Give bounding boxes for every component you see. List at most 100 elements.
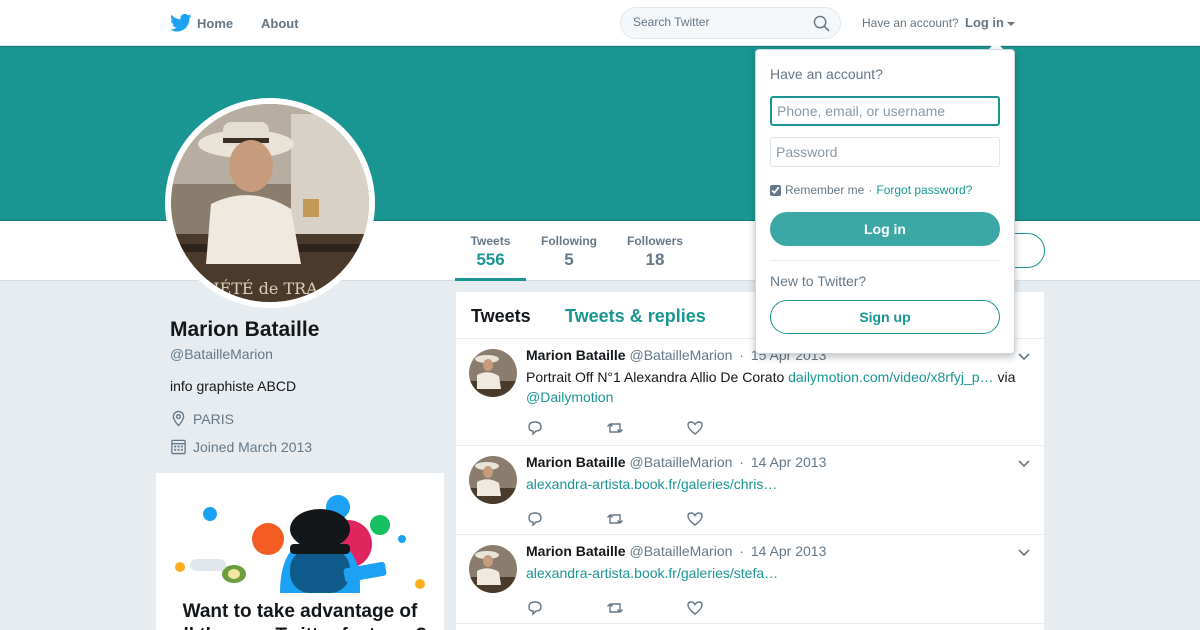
avatar-photo: CIÉTÉ de TRA [171, 104, 369, 302]
tweet-link[interactable]: dailymotion.com/video/x8rfyj_p… [788, 369, 993, 385]
retweet-button[interactable] [606, 419, 686, 437]
dropdown-divider [770, 260, 1000, 261]
tweet-actions [526, 599, 766, 617]
tweet-text-part: Portrait Off N°1 Alexandra Allio De Cora… [526, 369, 789, 385]
stat-following-value: 5 [564, 250, 574, 269]
tweet-avatar[interactable] [469, 545, 517, 593]
reply-icon [528, 601, 542, 616]
promo-illustration [175, 495, 425, 593]
stat-followers-value: 18 [645, 250, 665, 269]
tweet-author-name[interactable]: Marion Bataille [526, 543, 626, 559]
profile-avatar[interactable]: CIÉTÉ de TRA [165, 98, 375, 308]
like-button[interactable] [686, 419, 766, 437]
tweet-separator: · [739, 347, 744, 363]
top-navigation: Home About Have an account? Log in [0, 0, 1200, 46]
stat-followers-label: Followers [626, 234, 683, 248]
tweet-separator: · [739, 454, 744, 470]
heart-icon [687, 421, 703, 435]
tweet-text: alexandra-artista.book.fr/galeries/stefa… [526, 563, 1026, 583]
remember-me-label[interactable]: Remember me [785, 183, 864, 197]
tweet-header: Marion Bataille @BatailleMarion · 14 Apr… [526, 454, 826, 470]
profile-location-text: PARIS [193, 410, 234, 427]
like-button[interactable] [686, 510, 766, 528]
profile-name: Marion Bataille [170, 318, 320, 341]
tweet[interactable]: Marion Bataille @BatailleMarion · 15 Apr… [456, 339, 1044, 446]
remember-row: Remember me · Forgot password? [770, 183, 972, 197]
dropdown-title: Have an account? [770, 66, 883, 82]
reply-icon [528, 421, 542, 436]
profile-joined-text: Joined March 2013 [193, 438, 313, 455]
password-field[interactable] [770, 137, 1000, 167]
stat-tweets[interactable]: Tweets 556 [455, 234, 526, 281]
tweet-avatar[interactable] [469, 456, 517, 504]
nav-about-link[interactable]: About [261, 0, 299, 46]
calendar-icon [171, 439, 186, 455]
username-field[interactable] [770, 96, 1000, 126]
stat-following[interactable]: Following 5 [536, 234, 602, 270]
tweet-link[interactable]: alexandra-artista.book.fr/galeries/stefa… [526, 565, 778, 581]
tab-tweets[interactable]: Tweets [471, 306, 531, 327]
promo-card: Want to take advantage of all the new Tw… [156, 473, 444, 630]
new-to-twitter-text: New to Twitter? [770, 273, 867, 289]
remember-separator: · [868, 183, 873, 197]
tweet-avatar[interactable] [469, 349, 517, 397]
stat-followers[interactable]: Followers 18 [622, 234, 688, 270]
profile-bio: info graphiste ABCD [170, 378, 297, 394]
search-input[interactable] [633, 15, 803, 29]
tweet-timestamp[interactable]: 14 Apr 2013 [751, 543, 827, 559]
profile-handle[interactable]: @BatailleMarion [170, 346, 273, 362]
heart-icon [687, 512, 703, 526]
tweet-timestamp[interactable]: 14 Apr 2013 [751, 454, 827, 470]
chevron-down-icon[interactable] [1018, 549, 1030, 557]
like-button[interactable] [686, 599, 766, 617]
login-dropdown-toggle[interactable]: Log in [965, 15, 1015, 30]
tweet-author-name[interactable]: Marion Bataille [526, 454, 626, 470]
reply-icon [528, 512, 542, 527]
tweet[interactable]: Marion Bataille @BatailleMarion · 14 Apr… [456, 535, 1044, 624]
tweet[interactable]: Marion Bataille @BatailleMarion · 14 Apr… [456, 446, 1044, 535]
promo-title: Want to take advantage of all the new Tw… [173, 601, 427, 630]
profile-location: PARIS [170, 410, 234, 427]
tweet-text: Portrait Off N°1 Alexandra Allio De Cora… [526, 367, 1026, 407]
heart-icon [687, 601, 703, 615]
reply-button[interactable] [526, 419, 606, 437]
location-pin-icon [172, 410, 185, 427]
remember-me-checkbox[interactable] [770, 184, 781, 196]
tweet-link[interactable]: alexandra-artista.book.fr/galeries/chris… [526, 476, 777, 492]
tweet-author-handle[interactable]: @BatailleMarion [629, 543, 732, 559]
nav-home-link[interactable]: Home [197, 0, 233, 46]
tweet-actions [526, 419, 766, 437]
tab-tweets-and-replies[interactable]: Tweets & replies [565, 306, 706, 327]
tweet-text: alexandra-artista.book.fr/galeries/chris… [526, 474, 1026, 494]
caret-down-icon [1007, 21, 1015, 26]
chevron-down-icon[interactable] [1018, 460, 1030, 468]
forgot-password-link[interactable]: Forgot password? [876, 183, 972, 197]
login-toggle-label: Log in [965, 15, 1004, 30]
retweet-icon [607, 603, 623, 613]
tweet-header: Marion Bataille @BatailleMarion · 14 Apr… [526, 543, 826, 559]
tweet-mention[interactable]: @Dailymotion [526, 389, 613, 405]
stat-tweets-label: Tweets [470, 234, 511, 248]
twitter-bird-icon[interactable] [170, 13, 192, 33]
tweet-author-name[interactable]: Marion Bataille [526, 347, 626, 363]
tweet-separator: · [739, 543, 744, 559]
login-dropdown: Have an account? Remember me · Forgot pa… [755, 49, 1015, 354]
tweet-actions [526, 510, 766, 528]
tweet-text-part: via [993, 369, 1016, 385]
login-button[interactable]: Log in [770, 212, 1000, 246]
retweet-icon [607, 423, 623, 433]
tweet-author-handle[interactable]: @BatailleMarion [629, 454, 732, 470]
have-account-text: Have an account? [862, 16, 959, 30]
tweet-author-handle[interactable]: @BatailleMarion [629, 347, 732, 363]
reply-button[interactable] [526, 510, 606, 528]
chevron-down-icon[interactable] [1018, 353, 1030, 361]
reply-button[interactable] [526, 599, 606, 617]
stat-following-label: Following [541, 234, 597, 248]
profile-joined: Joined March 2013 [170, 438, 312, 455]
search-icon[interactable] [813, 15, 830, 32]
signup-button[interactable]: Sign up [770, 300, 1000, 334]
svg-text:CIÉTÉ de TRA: CIÉTÉ de TRA [201, 278, 318, 298]
retweet-button[interactable] [606, 510, 686, 528]
retweet-button[interactable] [606, 599, 686, 617]
search-box [620, 7, 841, 39]
